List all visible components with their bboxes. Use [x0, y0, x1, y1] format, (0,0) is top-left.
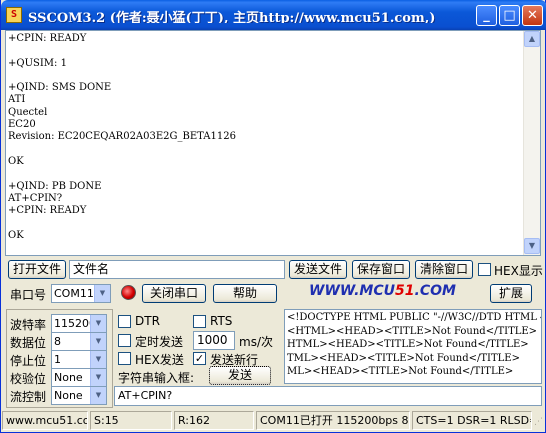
- arrow-up-icon: ▲: [528, 34, 536, 43]
- dtr-label: DTR: [135, 314, 160, 328]
- timed-send-checkbox[interactable]: [118, 334, 131, 347]
- title-bar[interactable]: S SSCOM3.2 (作者:聂小猛(丁丁), 主页http://www.mcu…: [1, 0, 546, 30]
- close-icon: ✕: [527, 8, 538, 23]
- status-signals: CTS=1 DSR=1 RLSD=0: [412, 411, 532, 430]
- data-bits-select[interactable]: 8 ▼: [51, 332, 107, 351]
- send-input[interactable]: AT+CPIN?: [114, 386, 542, 406]
- send-button[interactable]: 发送: [209, 366, 271, 385]
- flow-select[interactable]: None ▼: [51, 386, 107, 405]
- clear-window-button[interactable]: 清除窗口: [415, 260, 473, 279]
- filename-field[interactable]: 文件名: [69, 260, 285, 279]
- resize-grip-icon[interactable]: ⋰: [534, 417, 544, 429]
- stop-bits-select[interactable]: 1 ▼: [51, 350, 107, 369]
- help-button[interactable]: 帮助: [213, 284, 277, 303]
- chevron-down-icon: ▼: [90, 315, 106, 332]
- flow-value: None: [54, 389, 83, 402]
- baud-select[interactable]: 115200 ▼: [51, 314, 107, 333]
- port-value: COM11: [54, 287, 94, 300]
- status-site: www.mcu51.com: [2, 411, 88, 430]
- brand-text: WWW.MCU51.COM: [309, 283, 456, 299]
- hex-display-label: HEX显示: [494, 264, 543, 278]
- expand-button[interactable]: 扩展: [490, 284, 532, 303]
- close-button[interactable]: ✕: [522, 5, 543, 26]
- dtr-checkbox[interactable]: [118, 315, 131, 328]
- port-status-indicator-icon: [121, 285, 136, 300]
- string-input-label: 字符串输入框:: [118, 371, 195, 385]
- sscom-window: S SSCOM3.2 (作者:聂小猛(丁丁), 主页http://www.mcu…: [0, 0, 546, 433]
- maximize-icon: □: [503, 8, 516, 23]
- parity-label: 校验位: [10, 372, 47, 386]
- port-select[interactable]: COM11 ▼: [51, 284, 111, 303]
- minimize-button[interactable]: _: [476, 5, 497, 26]
- maximize-button[interactable]: □: [499, 5, 520, 26]
- app-icon: S: [6, 7, 22, 23]
- save-window-button[interactable]: 保存窗口: [352, 260, 410, 279]
- scroll-down-button[interactable]: ▼: [524, 238, 540, 254]
- hex-send-label: HEX发送: [135, 353, 184, 367]
- send-file-button[interactable]: 发送文件: [289, 260, 347, 279]
- receive-area[interactable]: +CPIN: READY +QUSIM: 1 +QIND: SMS DONE A…: [5, 30, 541, 256]
- minimize-icon: _: [483, 8, 490, 23]
- flow-label: 流控制: [10, 390, 47, 404]
- newline-checkbox[interactable]: ✓: [193, 352, 206, 365]
- baud-label: 波特率: [10, 318, 47, 332]
- scroll-up-button[interactable]: ▲: [524, 31, 540, 47]
- stop-bits-label: 停止位: [10, 354, 47, 368]
- open-file-button[interactable]: 打开文件: [8, 260, 66, 279]
- parity-value: None: [54, 371, 83, 384]
- stop-bits-value: 1: [54, 353, 61, 366]
- data-bits-value: 8: [54, 335, 61, 348]
- close-port-button[interactable]: 关闭串口: [142, 284, 206, 303]
- port-label: 串口号: [10, 288, 47, 302]
- window-title: SSCOM3.2 (作者:聂小猛(丁丁), 主页http://www.mcu51…: [28, 11, 436, 23]
- chevron-down-icon: ▼: [94, 285, 110, 302]
- vertical-scrollbar[interactable]: ▲ ▼: [523, 31, 540, 255]
- status-sent: S:15: [90, 411, 172, 430]
- arrow-down-icon: ▼: [528, 241, 536, 250]
- hex-display-checkbox[interactable]: [478, 263, 491, 276]
- data-bits-label: 数据位: [10, 336, 47, 350]
- rts-checkbox[interactable]: [193, 315, 206, 328]
- chevron-down-icon: ▼: [90, 333, 106, 350]
- chevron-down-icon: ▼: [90, 387, 106, 404]
- interval-unit: ms/次: [239, 335, 273, 349]
- hex-send-checkbox[interactable]: [118, 352, 131, 365]
- info-textbox: <!DOCTYPE HTML PUBLIC "-//W3C//DTD HTML …: [284, 309, 542, 384]
- interval-input[interactable]: 1000: [193, 331, 235, 350]
- receive-text: +CPIN: READY +QUSIM: 1 +QIND: SMS DONE A…: [8, 33, 236, 241]
- chevron-down-icon: ▼: [90, 351, 106, 368]
- rts-label: RTS: [210, 314, 233, 328]
- timed-send-label: 定时发送: [135, 335, 184, 349]
- info-text: <!DOCTYPE HTML PUBLIC "-//W3C//DTD HTML …: [287, 312, 541, 377]
- chevron-down-icon: ▼: [90, 369, 106, 386]
- parity-select[interactable]: None ▼: [51, 368, 107, 387]
- status-received: R:162: [174, 411, 254, 430]
- status-port: COM11已打开 115200bps 8: [256, 411, 410, 430]
- brand-link[interactable]: WWW.MCU51.COM: [309, 283, 456, 299]
